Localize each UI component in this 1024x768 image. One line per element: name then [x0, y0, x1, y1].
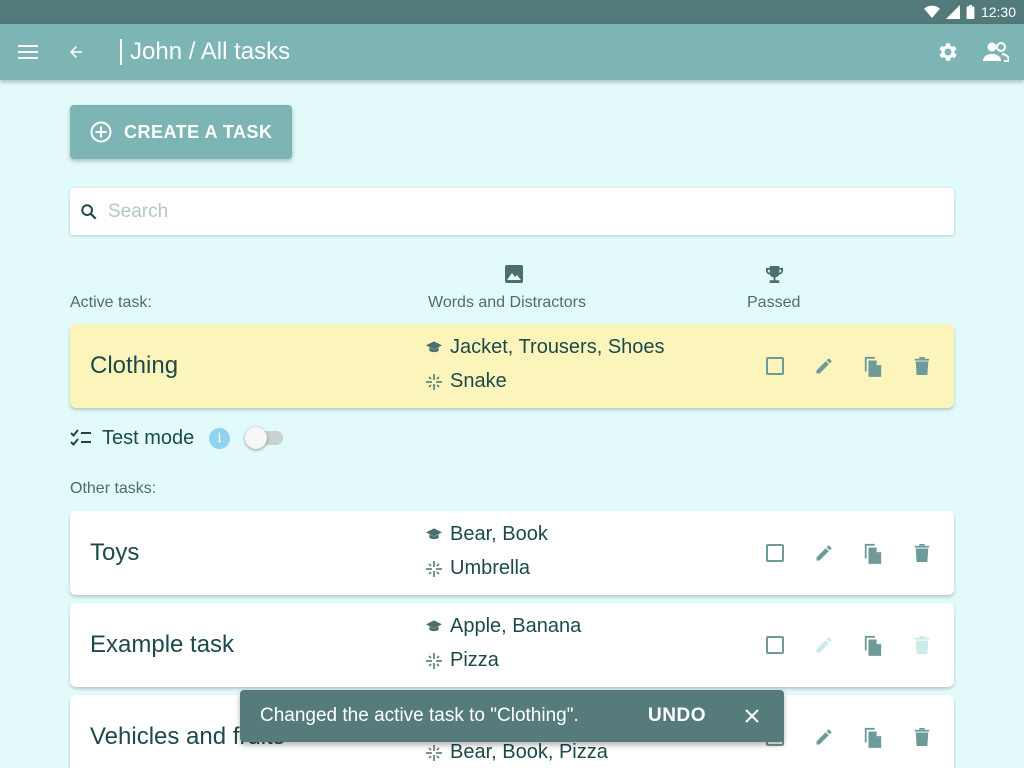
search-input[interactable]: [108, 200, 908, 223]
gear-icon: [939, 43, 957, 61]
copy-icon: [864, 727, 882, 748]
trophy-icon: [765, 265, 784, 284]
pencil-icon: [816, 545, 832, 561]
battery-icon: [966, 5, 975, 19]
task-distractors-text: Bear, Book, Pizza: [450, 741, 608, 763]
menu-button[interactable]: [4, 28, 52, 76]
status-time: 12:30: [980, 4, 1016, 20]
create-task-label: CREATE A TASK: [124, 121, 273, 142]
trash-icon: [914, 728, 930, 746]
duplicate-button[interactable]: [861, 725, 885, 749]
task-words-text: Jacket, Trousers, Shoes: [450, 336, 665, 358]
app-bar: John / All tasks: [0, 24, 1024, 80]
search-bar: [70, 188, 954, 235]
close-icon: [745, 709, 759, 723]
pencil-icon: [816, 637, 832, 653]
back-button[interactable]: [52, 28, 100, 76]
words-distractors-heading: Words and Distractors: [428, 294, 586, 311]
duplicate-button[interactable]: [861, 633, 885, 657]
create-task-button[interactable]: CREATE A TASK: [70, 105, 292, 159]
users-button[interactable]: [972, 28, 1020, 76]
text-cursor: [120, 39, 122, 65]
test-mode-toggle[interactable]: [245, 427, 283, 449]
add-circle-icon: [90, 121, 112, 143]
search-icon: [81, 203, 97, 220]
trash-icon: [914, 636, 930, 654]
trash-icon: [914, 544, 930, 562]
task-distractors-text: Pizza: [450, 649, 499, 671]
edit-button[interactable]: [812, 354, 836, 378]
graduation-cap-icon: [426, 340, 442, 352]
test-mode-label: Test mode: [102, 426, 195, 449]
task-words-text: Bear, Book: [450, 523, 548, 545]
snackbar: Changed the active task to "Clothing". U…: [240, 690, 784, 742]
task-words: Apple, Banana: [426, 615, 581, 638]
duplicate-button[interactable]: [861, 354, 885, 378]
duplicate-button[interactable]: [861, 541, 885, 565]
copy-icon: [864, 356, 882, 377]
copy-icon: [864, 543, 882, 564]
delete-button[interactable]: [910, 541, 934, 565]
signal-icon: [945, 5, 960, 19]
wifi-icon: [923, 5, 940, 19]
active-task-heading: Active task:: [70, 294, 152, 311]
task-name: Clothing: [90, 352, 179, 379]
sparkle-icon: [426, 373, 442, 390]
menu-icon: [18, 45, 38, 59]
delete-button[interactable]: [910, 725, 934, 749]
other-tasks-heading: Other tasks:: [70, 480, 157, 497]
active-task-card[interactable]: Clothing Jacket, Trousers, Shoes Snake: [70, 324, 954, 408]
page-title: John / All tasks: [120, 38, 290, 66]
task-distractors: Pizza: [426, 649, 499, 672]
graduation-cap-icon: [426, 527, 442, 539]
info-icon[interactable]: i: [209, 428, 230, 449]
task-distractors-text: Umbrella: [450, 557, 531, 579]
delete-button[interactable]: [910, 354, 934, 378]
graduation-cap-icon: [426, 619, 442, 631]
passed-heading: Passed: [747, 294, 801, 311]
image-icon: [505, 265, 523, 283]
snackbar-close-button[interactable]: [740, 704, 764, 728]
copy-icon: [864, 635, 882, 656]
task-distractors: Snake: [426, 370, 507, 393]
settings-button[interactable]: [924, 28, 972, 76]
task-distractors-text: Snake: [450, 370, 507, 392]
passed-checkbox[interactable]: [763, 541, 787, 565]
task-name: Example task: [90, 631, 235, 658]
task-words: Jacket, Trousers, Shoes: [426, 336, 665, 359]
status-bar: 12:30: [0, 0, 1024, 24]
trash-icon: [914, 357, 930, 375]
edit-button[interactable]: [812, 725, 836, 749]
passed-checkbox[interactable]: [763, 633, 787, 657]
task-words-text: Apple, Banana: [450, 615, 582, 637]
test-mode-row: Test mode: [70, 424, 194, 452]
edit-button: [812, 633, 836, 657]
task-distractors: Umbrella: [426, 557, 530, 580]
passed-checkbox[interactable]: [763, 354, 787, 378]
task-name: Toys: [90, 539, 140, 566]
page-title-text: John / All tasks: [130, 38, 291, 65]
people-icon: [983, 42, 1009, 62]
delete-button: [910, 633, 934, 657]
snackbar-message: Changed the active task to "Clothing".: [260, 705, 579, 726]
pencil-icon: [816, 358, 832, 374]
sparkle-icon: [426, 744, 442, 761]
task-words: Bear, Book: [426, 523, 548, 546]
sparkle-icon: [426, 560, 442, 577]
sparkle-icon: [426, 652, 442, 669]
task-card[interactable]: Example task Apple, Banana Pizza: [70, 603, 954, 687]
task-distractors: Bear, Book, Pizza: [426, 741, 608, 764]
edit-button[interactable]: [812, 541, 836, 565]
task-card[interactable]: Toys Bear, Book Umbrella: [70, 511, 954, 595]
pencil-icon: [816, 729, 832, 745]
undo-button[interactable]: UNDO: [648, 705, 706, 727]
checklist-icon: [70, 429, 91, 446]
arrow-back-icon: [70, 46, 82, 58]
